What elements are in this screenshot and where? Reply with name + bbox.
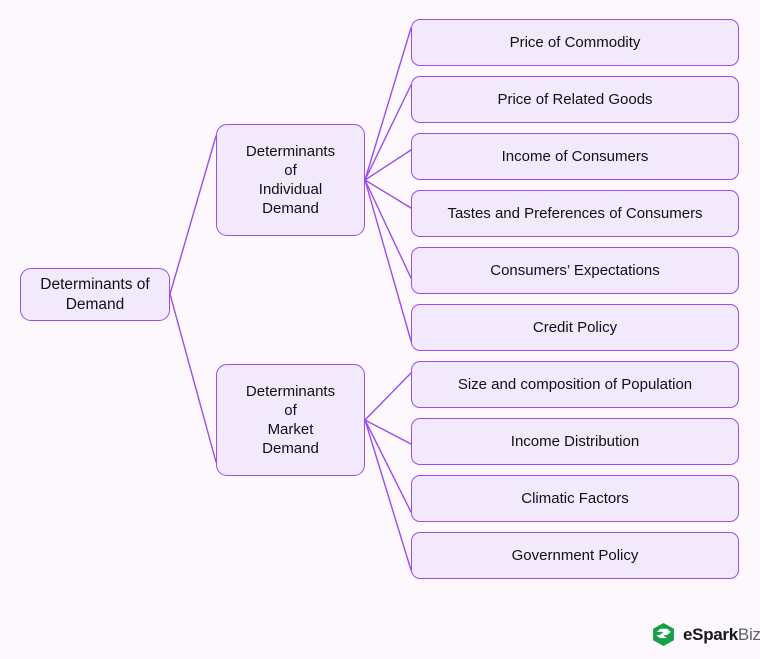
- leaf-label: Climatic Factors: [521, 489, 629, 507]
- branch-individual-line-2: of: [284, 161, 297, 179]
- diagram-canvas: Determinants of Demand Determinants of I…: [0, 0, 760, 659]
- edge-individual-to-leaf-2: [364, 84, 412, 181]
- node-leaf-price-of-commodity[interactable]: Price of Commodity: [411, 19, 739, 66]
- node-root-determinants-of-demand[interactable]: Determinants of Demand: [20, 268, 170, 321]
- edge-root-to-individual: [169, 135, 217, 295]
- branch-market-line-1: Determinants: [245, 382, 336, 400]
- node-root-line-1: Determinants of: [40, 275, 150, 293]
- node-leaf-climatic-factors[interactable]: Climatic Factors: [411, 475, 739, 522]
- edge-individual-to-leaf-1: [364, 27, 412, 181]
- leaf-label: Government Policy: [511, 546, 639, 564]
- node-leaf-income-distribution[interactable]: Income Distribution: [411, 418, 739, 465]
- node-leaf-consumers-expectations[interactable]: Consumers’ Expectations: [411, 247, 739, 294]
- node-leaf-price-of-related-goods[interactable]: Price of Related Goods: [411, 76, 739, 123]
- leaf-label: Price of Related Goods: [497, 90, 653, 108]
- branch-individual-line-4: Demand: [262, 200, 319, 218]
- node-leaf-size-and-composition-of-population[interactable]: Size and composition of Population: [411, 361, 739, 408]
- leaf-label: Tastes and Preferences of Consumers: [447, 204, 703, 222]
- edge-market-to-leaf-1: [364, 372, 412, 421]
- leaf-label: Income Distribution: [510, 432, 640, 450]
- esparkbiz-logo-icon: [653, 623, 674, 646]
- edge-individual-to-leaf-5: [364, 179, 412, 279]
- node-branch-determinants-of-individual-demand[interactable]: Determinants of Individual Demand: [216, 124, 365, 236]
- edge-market-to-leaf-2: [364, 419, 412, 445]
- branch-market-line-2: of: [284, 401, 297, 419]
- leaf-label: Consumers’ Expectations: [490, 261, 660, 279]
- brand-name-bold: eSpark: [683, 624, 738, 644]
- leaf-label: Income of Consumers: [501, 147, 649, 165]
- edge-market-to-leaf-4: [364, 419, 412, 571]
- node-branch-determinants-of-market-demand[interactable]: Determinants of Market Demand: [216, 364, 365, 476]
- leaf-label: Size and composition of Population: [457, 375, 693, 393]
- branch-individual-line-1: Determinants: [245, 142, 336, 160]
- node-root-line-2: Demand: [65, 295, 125, 313]
- node-leaf-credit-policy[interactable]: Credit Policy: [411, 304, 739, 351]
- node-leaf-tastes-and-preferences-of-consumers[interactable]: Tastes and Preferences of Consumers: [411, 190, 739, 237]
- branch-market-line-3: Market: [267, 421, 314, 438]
- edge-individual-to-leaf-4: [364, 179, 412, 209]
- leaf-label: Price of Commodity: [509, 33, 641, 51]
- brand-watermark: eSparkBiz: [651, 622, 760, 647]
- leaf-label: Credit Policy: [532, 318, 618, 336]
- edge-market-to-leaf-3: [364, 419, 412, 513]
- branch-individual-line-3: Individual: [258, 181, 323, 198]
- node-leaf-government-policy[interactable]: Government Policy: [411, 532, 739, 579]
- edge-individual-to-leaf-3: [364, 149, 412, 181]
- branch-market-line-4: Demand: [262, 440, 319, 458]
- edge-individual-to-leaf-6: [364, 179, 412, 342]
- brand-wordmark: eSparkBiz: [683, 625, 760, 645]
- edge-root-to-market: [169, 293, 217, 463]
- node-leaf-income-of-consumers[interactable]: Income of Consumers: [411, 133, 739, 180]
- brand-name-light: Biz: [737, 624, 760, 644]
